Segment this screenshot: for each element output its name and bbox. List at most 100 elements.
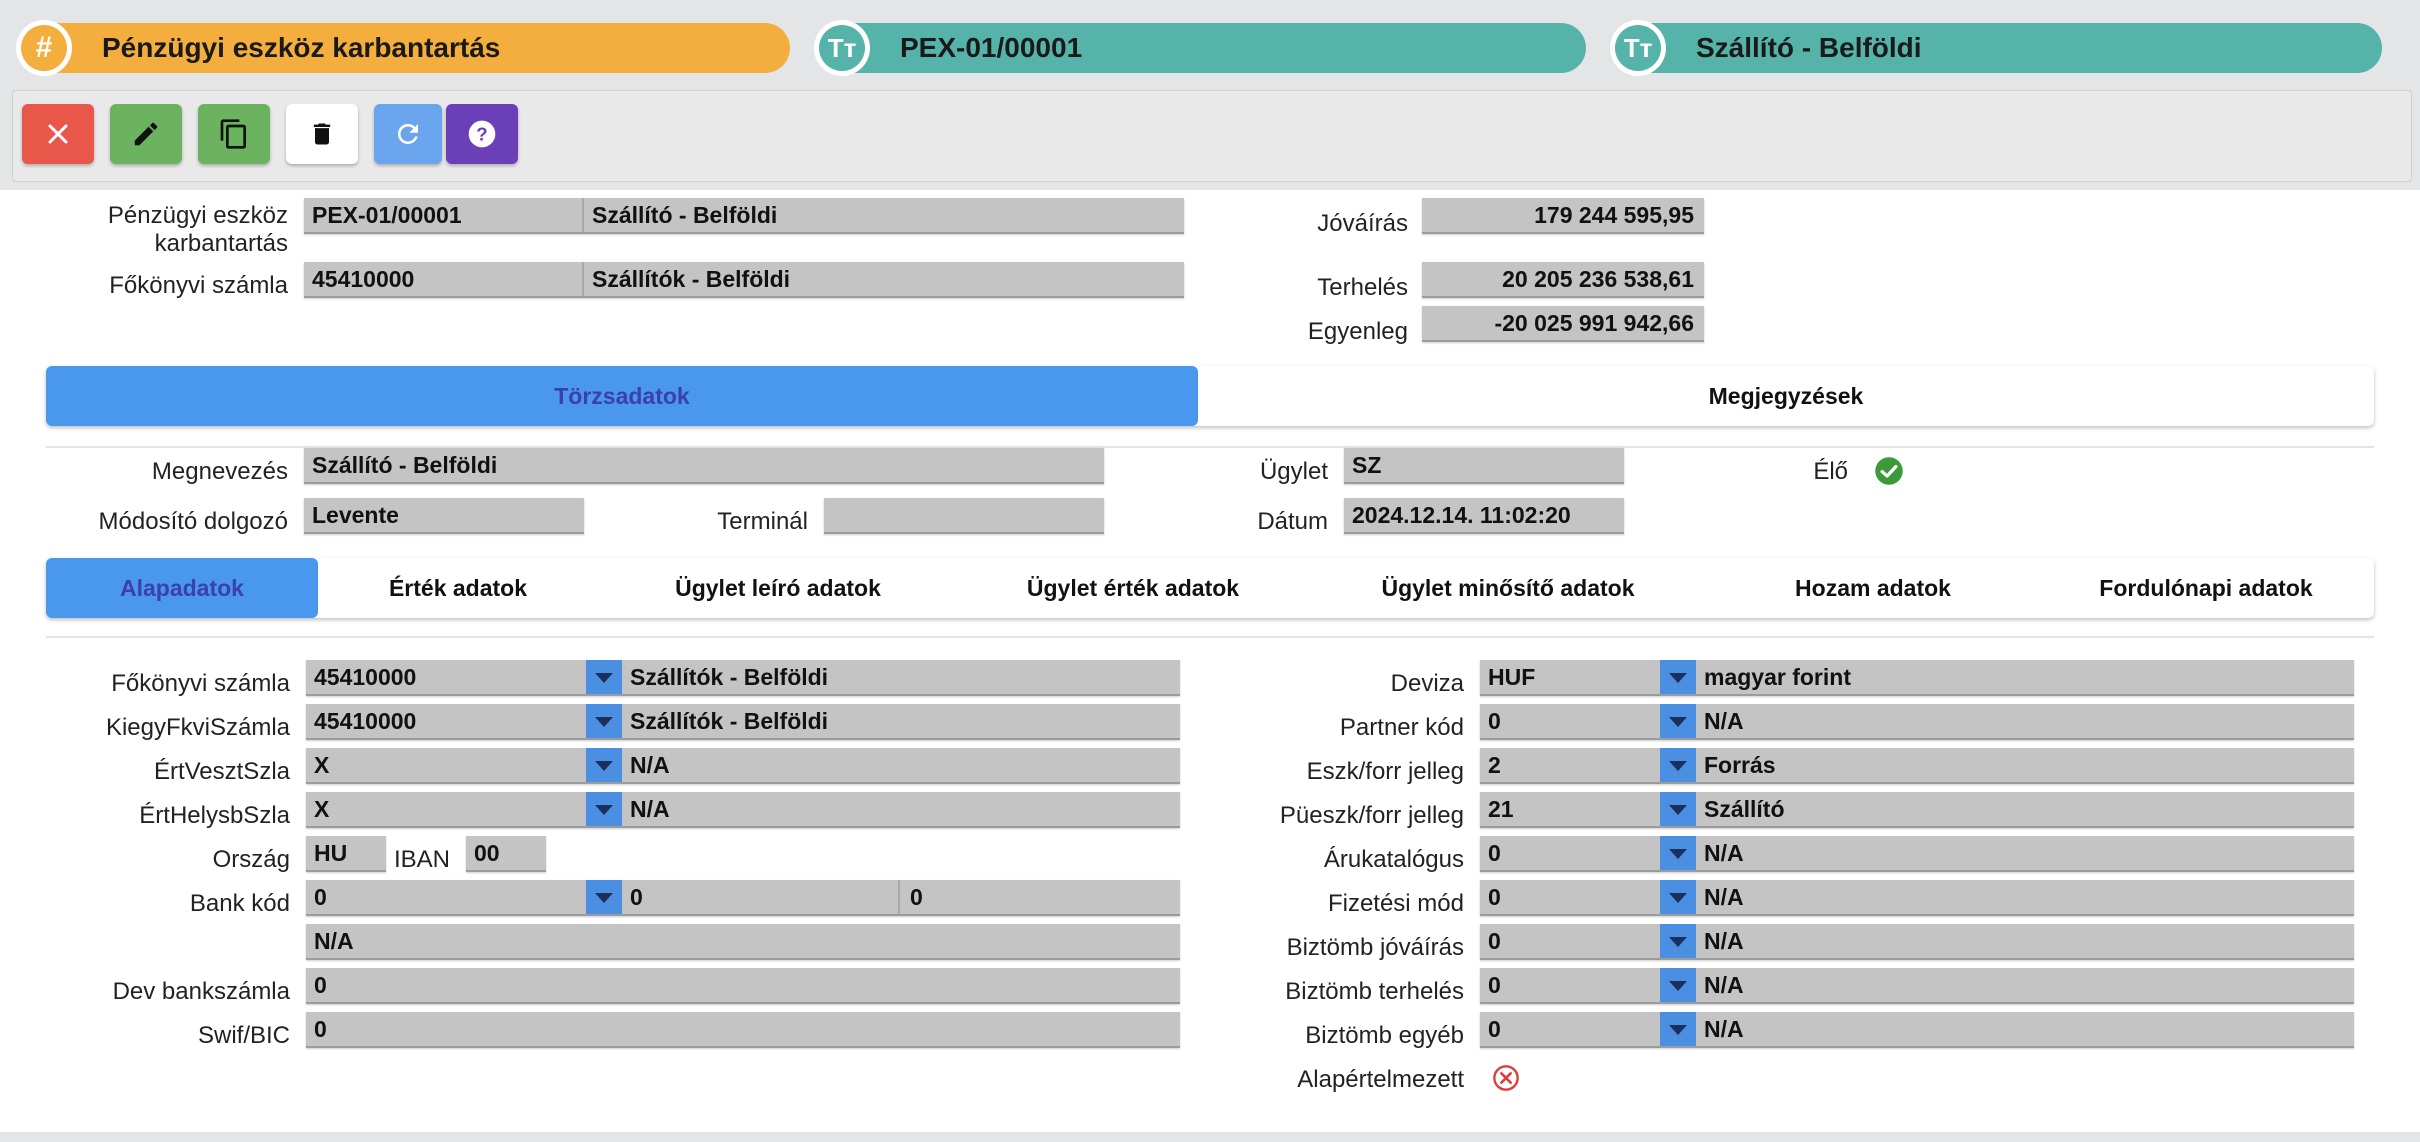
- header-code-pill: Tт PEX-01/00001: [814, 20, 1586, 76]
- deviza-select[interactable]: HUF magyar forint: [1480, 660, 2354, 696]
- egyenleg-label: Egyenleg: [1307, 318, 1408, 345]
- chevron-down-icon[interactable]: [1660, 660, 1696, 694]
- biztomb-egyeb-name: N/A: [1704, 1016, 1744, 1042]
- pex-field: PEX-01/00001 Szállító - Belföldi: [304, 198, 1184, 234]
- text-type-icon: Tт: [819, 25, 865, 71]
- ertveszt-select-name: N/A: [630, 752, 670, 778]
- biztomb-egyeb-select[interactable]: 0 N/A: [1480, 1012, 2354, 1048]
- tab-megjegyzesek[interactable]: Megjegyzések: [1198, 366, 2374, 426]
- svg-text:?: ?: [476, 124, 487, 145]
- erthelysb-select[interactable]: X N/A: [306, 792, 1180, 828]
- text-type-badge: Tт: [814, 20, 870, 76]
- bank-code: 0: [314, 884, 327, 910]
- delete-button[interactable]: [286, 104, 358, 164]
- bank-v2: 0: [630, 884, 643, 910]
- partner-select[interactable]: 0 N/A: [1480, 704, 2354, 740]
- copy-icon: [220, 119, 246, 149]
- chevron-down-icon[interactable]: [586, 748, 622, 782]
- fizetesi-code: 0: [1488, 884, 1501, 910]
- tab-ugylet-minosito[interactable]: Ügylet minősítő adatok: [1308, 558, 1708, 618]
- close-button[interactable]: [22, 104, 94, 164]
- deviza-code: HUF: [1488, 664, 1536, 690]
- right-label-0: Deviza: [1390, 670, 1464, 697]
- delete-icon: [313, 123, 331, 145]
- right-label-7: Biztömb terhelés: [1285, 978, 1464, 1005]
- orszag-field[interactable]: HU: [306, 836, 386, 872]
- chevron-down-icon[interactable]: [586, 704, 622, 738]
- biztomb-egyeb-code: 0: [1488, 1016, 1501, 1042]
- egyenleg-value: -20 025 991 942,66: [1422, 306, 1704, 342]
- chevron-down-icon[interactable]: [586, 792, 622, 826]
- chevron-down-icon[interactable]: [586, 880, 622, 914]
- help-button[interactable]: ?: [446, 104, 518, 164]
- close-icon: [48, 124, 68, 144]
- dev-bank-field[interactable]: 0: [306, 968, 1180, 1004]
- edit-button[interactable]: [110, 104, 182, 164]
- chevron-down-icon[interactable]: [1660, 704, 1696, 738]
- deviza-name: magyar forint: [1704, 664, 1851, 690]
- pueszk-name: Szállító: [1704, 796, 1785, 822]
- fokonyv-code: 45410000: [312, 266, 415, 292]
- chevron-down-icon[interactable]: [1660, 1012, 1696, 1046]
- chevron-down-icon[interactable]: [1660, 880, 1696, 914]
- tab-fordulonapi[interactable]: Fordulónapi adatok: [2038, 558, 2374, 618]
- jovairas-label: Jóváírás: [1317, 210, 1408, 237]
- orszag-label: Ország: [212, 846, 290, 873]
- partner-name: N/A: [1704, 708, 1744, 734]
- biztomb-jovairas-code: 0: [1488, 928, 1501, 954]
- tab-alapadatok[interactable]: Alapadatok: [46, 558, 318, 618]
- ugylet-field: SZ: [1344, 448, 1624, 484]
- kiegy-select-name: Szállítók - Belföldi: [630, 708, 829, 734]
- ugylet-label: Ügylet: [1259, 458, 1328, 485]
- erthelysb-select-name: N/A: [630, 796, 670, 822]
- chevron-down-icon[interactable]: [1660, 748, 1696, 782]
- fizetesi-select[interactable]: 0 N/A: [1480, 880, 2354, 916]
- chevron-down-icon[interactable]: [1660, 924, 1696, 958]
- chevron-down-icon[interactable]: [1660, 968, 1696, 1002]
- tab-ugylet-leiro[interactable]: Ügylet leíró adatok: [598, 558, 958, 618]
- right-label-6: Biztömb jóváírás: [1286, 934, 1464, 961]
- alapertelmezett-x-icon[interactable]: [1492, 1064, 1520, 1092]
- pueszk-select[interactable]: 21 Szállító: [1480, 792, 2354, 828]
- elo-check-icon[interactable]: [1874, 456, 1904, 486]
- bank-v3: 0: [910, 884, 923, 910]
- fokonyv-select[interactable]: 45410000 Szállítók - Belföldi: [306, 660, 1180, 696]
- help-icon: ?: [468, 120, 496, 148]
- biztomb-terheles-select[interactable]: 0 N/A: [1480, 968, 2354, 1004]
- biztomb-terheles-name: N/A: [1704, 972, 1744, 998]
- kiegy-select[interactable]: 45410000 Szállítók - Belföldi: [306, 704, 1180, 740]
- header-title-pill: # Pénzügyi eszköz karbantartás: [16, 20, 790, 76]
- pex-name: Szállító - Belföldi: [592, 202, 778, 228]
- divider: [46, 636, 2374, 638]
- jovairas-value: 179 244 595,95: [1422, 198, 1704, 234]
- megnevezes-field[interactable]: Szállító - Belföldi: [304, 448, 1104, 484]
- chevron-down-icon[interactable]: [586, 660, 622, 694]
- tab-ugylet-ertek[interactable]: Ügylet érték adatok: [958, 558, 1308, 618]
- bank-select[interactable]: 0 0 0: [306, 880, 1180, 916]
- edit-icon: [134, 122, 158, 146]
- datum-field: 2024.12.14. 11:02:20: [1344, 498, 1624, 534]
- bank-label: Bank kód: [189, 890, 290, 917]
- swift-field[interactable]: 0: [306, 1012, 1180, 1048]
- chevron-down-icon[interactable]: [1660, 836, 1696, 870]
- copy-button[interactable]: [198, 104, 270, 164]
- right-label-8: Biztömb egyéb: [1305, 1022, 1464, 1049]
- tab-hozam-adatok[interactable]: Hozam adatok: [1708, 558, 2038, 618]
- elo-label: Élő: [1813, 458, 1848, 485]
- iban-field[interactable]: 00: [466, 836, 546, 872]
- header-code: PEX-01/00001: [900, 32, 1083, 63]
- chevron-down-icon[interactable]: [1660, 792, 1696, 826]
- fizetesi-name: N/A: [1704, 884, 1744, 910]
- biztomb-jovairas-select[interactable]: 0 N/A: [1480, 924, 2354, 960]
- iban-label: IBAN: [393, 846, 450, 873]
- eszk-select[interactable]: 2 Forrás: [1480, 748, 2354, 784]
- tab-ertek-adatok[interactable]: Érték adatok: [318, 558, 598, 618]
- ertveszt-select[interactable]: X N/A: [306, 748, 1180, 784]
- refresh-button[interactable]: [374, 104, 442, 164]
- tab-torzsadatok[interactable]: Törzsadatok: [46, 366, 1198, 426]
- alapertelmezett-label: Alapértelmezett: [1297, 1066, 1464, 1093]
- dev-bank-label: Dev bankszámla: [112, 978, 290, 1005]
- arukatalogus-select[interactable]: 0 N/A: [1480, 836, 2354, 872]
- kiegy-select-code: 45410000: [314, 708, 417, 734]
- datum-label: Dátum: [1257, 508, 1328, 535]
